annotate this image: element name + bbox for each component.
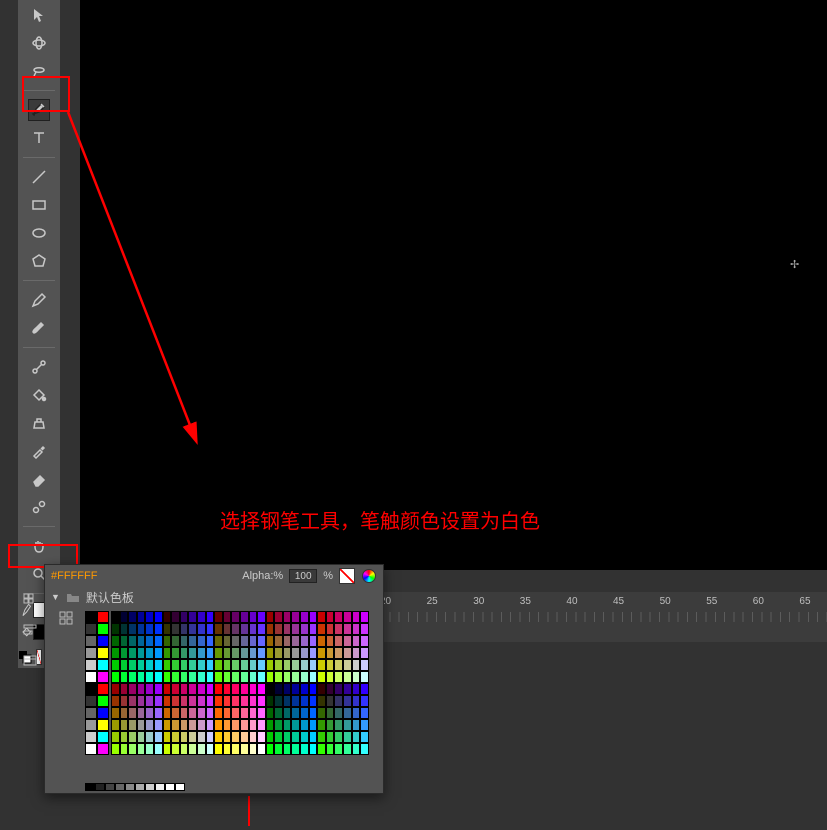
timeline-tick-label: 60 bbox=[753, 596, 764, 607]
picker-side-icons bbox=[59, 611, 73, 625]
paint-bucket-tool[interactable] bbox=[28, 384, 50, 406]
timeline-playhead[interactable] bbox=[248, 796, 250, 826]
brush-tool[interactable] bbox=[28, 317, 50, 339]
line-tool[interactable] bbox=[28, 166, 50, 188]
gray-column[interactable] bbox=[85, 611, 97, 755]
picker-header: #FFFFFF Alpha:% % bbox=[45, 565, 383, 587]
lasso-tool[interactable] bbox=[28, 60, 50, 82]
grid-view-icon[interactable] bbox=[59, 611, 73, 625]
toolbar-separator bbox=[23, 347, 55, 348]
bottom-swatch-strip[interactable] bbox=[85, 783, 185, 791]
timeline-tick-label: 50 bbox=[660, 596, 671, 607]
basic-hue-column[interactable] bbox=[97, 611, 109, 755]
hand-tool[interactable] bbox=[28, 535, 50, 557]
picker-hex-value[interactable]: #FFFFFF bbox=[51, 570, 97, 582]
toolbar-separator bbox=[23, 90, 55, 91]
timeline-tickbar[interactable] bbox=[380, 612, 827, 622]
library-panel-icon[interactable] bbox=[22, 652, 38, 668]
timeline-tick-label: 25 bbox=[427, 596, 438, 607]
polygon-tool[interactable] bbox=[28, 250, 50, 272]
alpha-label: Alpha:% bbox=[242, 570, 283, 582]
stage-canvas[interactable] bbox=[80, 0, 827, 570]
timeline-tick-label: 45 bbox=[613, 596, 624, 607]
width-tool[interactable] bbox=[28, 496, 50, 518]
timeline-tick-label: 65 bbox=[799, 596, 810, 607]
swatch-area bbox=[85, 611, 375, 787]
toolbar-separator bbox=[23, 157, 55, 158]
timeline-tick-label: 40 bbox=[566, 596, 577, 607]
swatch-set-row[interactable]: ▼ 默认色板 bbox=[45, 587, 383, 607]
timeline-tick-label: 30 bbox=[473, 596, 484, 607]
subselection-tool[interactable] bbox=[28, 4, 50, 26]
toolbar-separator bbox=[23, 280, 55, 281]
annotation-text: 选择钢笔工具，笔触颜色设置为白色 bbox=[220, 505, 540, 534]
color-wheel-button[interactable] bbox=[361, 568, 377, 584]
align-panel-icon[interactable] bbox=[22, 622, 38, 638]
3d-rotate-tool[interactable] bbox=[28, 32, 50, 54]
text-tool[interactable] bbox=[28, 127, 50, 149]
swatch-set-label: 默认色板 bbox=[86, 589, 134, 606]
eraser-tool[interactable] bbox=[28, 468, 50, 490]
no-color-button[interactable] bbox=[339, 568, 355, 584]
main-swatch-grid[interactable] bbox=[111, 611, 369, 755]
rectangle-tool[interactable] bbox=[28, 194, 50, 216]
expand-triangle-icon[interactable]: ▼ bbox=[51, 592, 60, 602]
alpha-input[interactable] bbox=[289, 569, 317, 583]
ink-bottle-tool[interactable] bbox=[28, 412, 50, 434]
pen-tool[interactable] bbox=[28, 99, 50, 121]
timeline-tick-label: 35 bbox=[520, 596, 531, 607]
oval-tool[interactable] bbox=[28, 222, 50, 244]
bone-tool[interactable] bbox=[28, 356, 50, 378]
alpha-suffix: % bbox=[323, 570, 333, 582]
left-panel-icons bbox=[12, 592, 48, 668]
eyedropper-tool[interactable] bbox=[28, 440, 50, 462]
swatches-panel-icon[interactable] bbox=[22, 592, 38, 608]
timeline-tick-label: 55 bbox=[706, 596, 717, 607]
folder-icon bbox=[66, 590, 80, 604]
color-picker-popup: #FFFFFF Alpha:% % ▼ 默认色板 bbox=[44, 564, 384, 794]
pencil-tool[interactable] bbox=[28, 289, 50, 311]
toolbar-separator bbox=[23, 526, 55, 527]
